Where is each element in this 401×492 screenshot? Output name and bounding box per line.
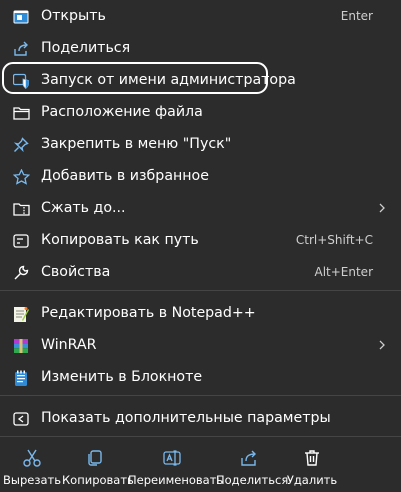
menu-item-label: Закрепить в меню "Пуск": [41, 136, 232, 152]
copy-button[interactable]: Копировать: [62, 436, 134, 492]
shortcut-text: Enter: [340, 9, 373, 23]
divider: [0, 290, 401, 291]
notepadpp-icon: [12, 305, 30, 323]
menu-item-copy-as-path[interactable]: Копировать как путь Ctrl+Shift+C: [4, 225, 397, 255]
scissors-icon: [23, 449, 41, 467]
rename-icon: [163, 450, 181, 466]
copy-icon: [88, 450, 102, 466]
highlight-ring: [2, 62, 268, 94]
menu-item-label: Изменить в Блокноте: [41, 369, 203, 385]
pin-icon: [12, 136, 30, 154]
wrench-icon: [12, 264, 30, 282]
copy-label: Копировать: [62, 473, 134, 487]
context-menu: Открыть Enter Поделиться Запуск от имени…: [0, 0, 401, 492]
menu-item-properties[interactable]: Свойства Alt+Enter: [4, 257, 397, 287]
copy-path-icon: [12, 232, 30, 250]
quick-actions-bar: Вырезать Копировать Переименовать Подели…: [0, 436, 401, 492]
divider: [0, 395, 401, 396]
menu-item-label: Добавить в избранное: [41, 168, 209, 184]
share-button[interactable]: Поделиться: [216, 436, 289, 492]
share-icon: [12, 40, 30, 58]
menu-item-label: Копировать как путь: [41, 232, 199, 248]
more-options-icon: [12, 410, 30, 428]
menu-item-winrar[interactable]: WinRAR: [4, 330, 397, 360]
menu-item-label: Редактировать в Notepad++: [41, 305, 256, 321]
menu-item-label: Открыть: [41, 8, 106, 24]
menu-item-label: WinRAR: [41, 337, 97, 353]
delete-label: Удалить: [286, 473, 338, 487]
compress-folder-icon: [12, 200, 30, 218]
menu-item-share[interactable]: Поделиться: [4, 33, 397, 63]
menu-item-label: Свойства: [41, 264, 111, 280]
menu-item-label: Поделиться: [41, 40, 131, 56]
share-icon: [241, 450, 256, 466]
cut-button[interactable]: Вырезать: [2, 436, 62, 492]
chevron-right-icon: [379, 340, 385, 350]
rename-button[interactable]: Переименовать: [128, 436, 224, 492]
cut-label: Вырезать: [3, 473, 61, 487]
menu-item-label: Сжать до...: [41, 200, 126, 216]
menu-item-show-more-options[interactable]: Показать дополнительные параметры: [4, 403, 397, 433]
menu-item-open[interactable]: Открыть Enter: [4, 1, 397, 31]
menu-item-label: Расположение файла: [41, 104, 203, 120]
open-window-icon: [12, 8, 30, 26]
shortcut-text: Ctrl+Shift+C: [295, 233, 373, 247]
chevron-right-icon: [379, 203, 385, 213]
menu-item-pin-to-start[interactable]: Закрепить в меню "Пуск": [4, 129, 397, 159]
share-label: Поделиться: [216, 473, 289, 487]
star-icon: [12, 168, 30, 186]
rename-label: Переименовать: [128, 473, 224, 487]
delete-button[interactable]: Удалить: [282, 436, 342, 492]
shortcut-text: Alt+Enter: [314, 265, 373, 279]
menu-item-label: Показать дополнительные параметры: [41, 410, 331, 426]
winrar-icon: [12, 337, 30, 355]
menu-item-file-location[interactable]: Расположение файла: [4, 97, 397, 127]
menu-item-edit-notepad[interactable]: Изменить в Блокноте: [4, 362, 397, 392]
menu-item-add-to-favorites[interactable]: Добавить в избранное: [4, 161, 397, 191]
notepad-icon: [12, 369, 30, 387]
menu-item-edit-notepadpp[interactable]: Редактировать в Notepad++: [4, 298, 397, 328]
menu-item-compress-to[interactable]: Сжать до...: [4, 193, 397, 223]
trash-icon: [305, 450, 319, 466]
folder-icon: [12, 104, 30, 122]
